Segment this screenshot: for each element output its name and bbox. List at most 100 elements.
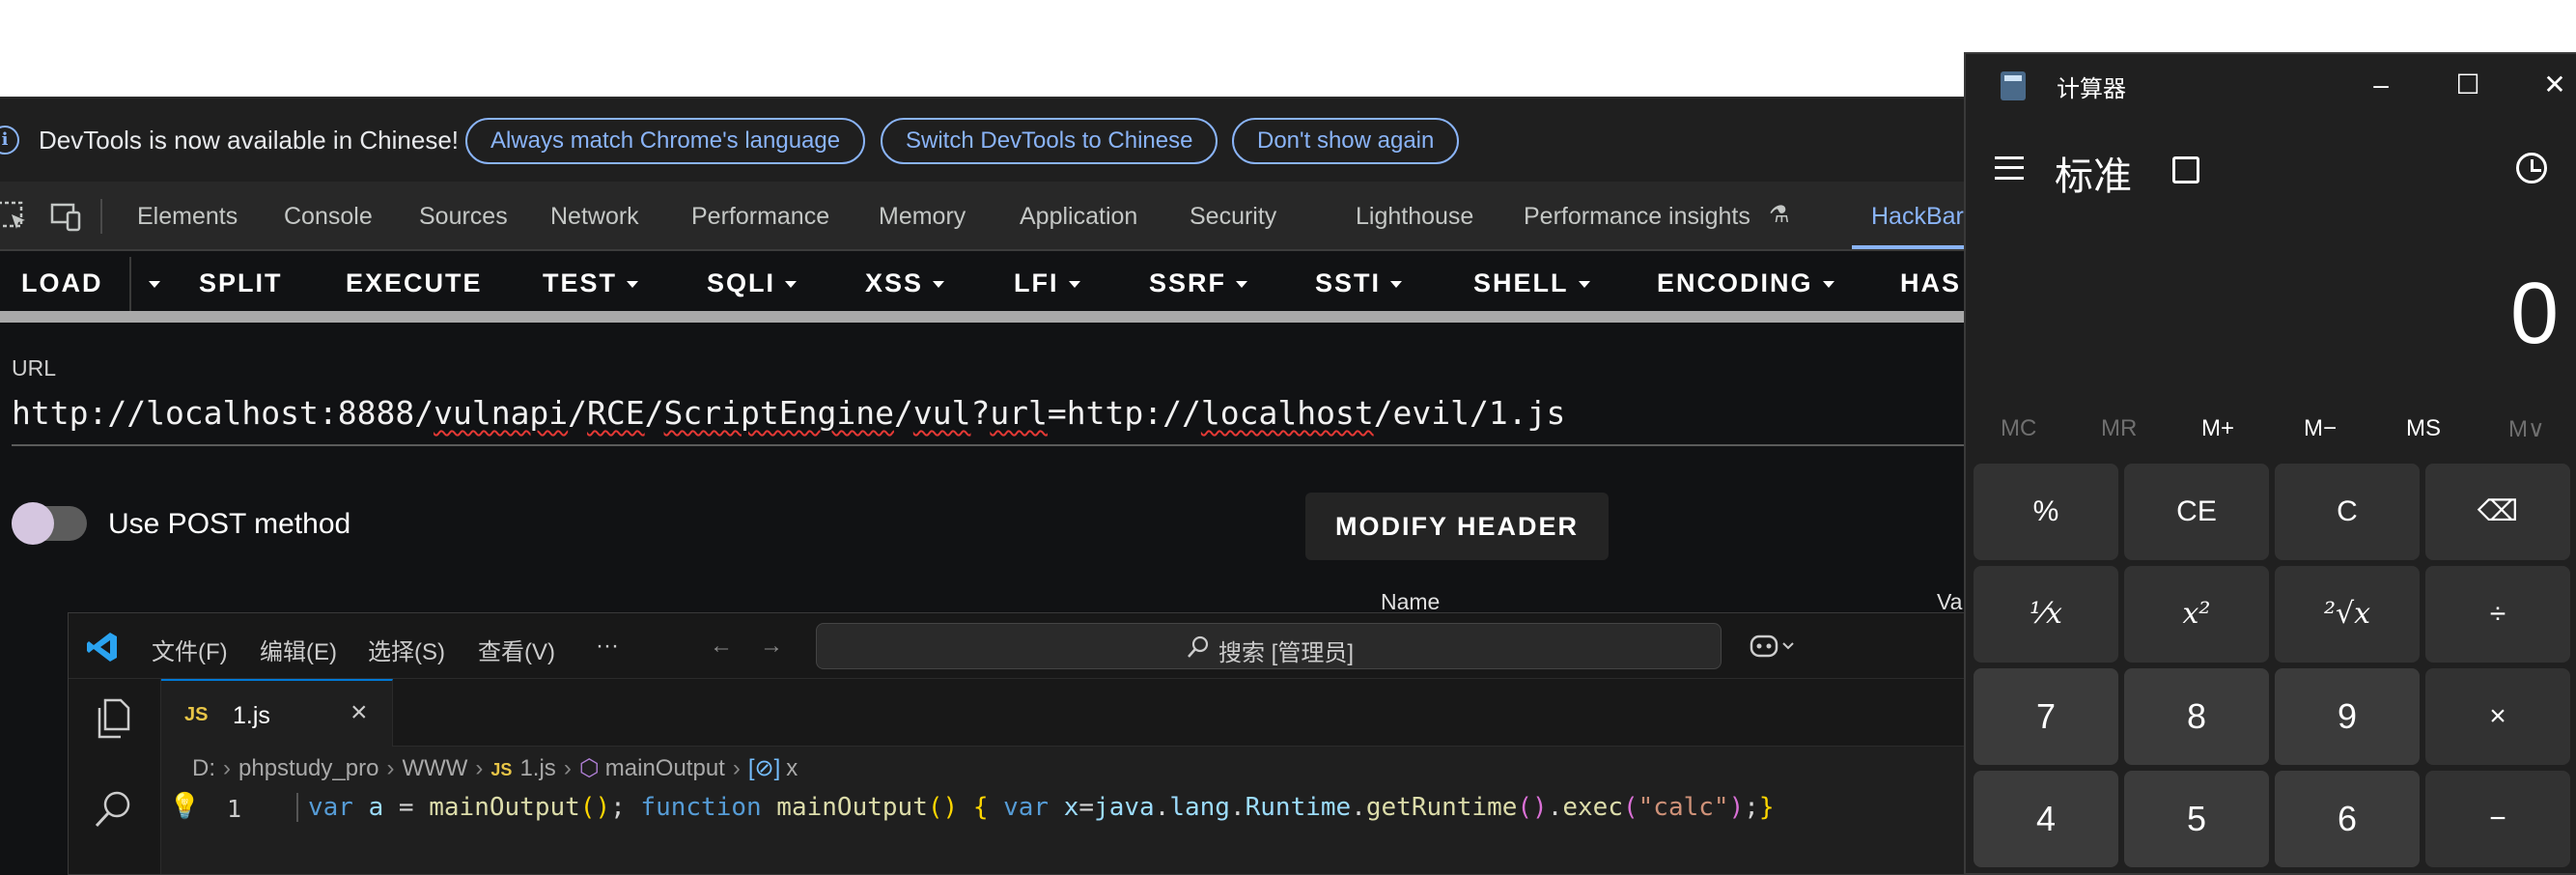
- backspace-button[interactable]: ⌫: [2425, 464, 2570, 560]
- lfi-label: LFI: [1014, 268, 1059, 297]
- digit-8-button[interactable]: 8: [2124, 668, 2269, 765]
- hackbar-toolbar: LOAD SPLIT EXECUTE TEST SQLI XSS LFI SSR…: [0, 251, 1970, 317]
- square-button[interactable]: x²: [2124, 566, 2269, 663]
- memory-subtract-button[interactable]: M−: [2304, 415, 2337, 442]
- minimize-icon[interactable]: –: [2362, 66, 2400, 104]
- hamburger-menu-icon[interactable]: [1995, 156, 2024, 180]
- close-icon[interactable]: ✕: [2535, 66, 2574, 104]
- digit-6-button[interactable]: 6: [2275, 771, 2420, 867]
- digit-7-button[interactable]: 7: [1974, 668, 2118, 765]
- url-segment: url: [990, 394, 1048, 432]
- command-center-search[interactable]: 搜索 [管理员]: [816, 623, 1722, 669]
- calculator-app-icon: [2001, 71, 2026, 100]
- tab-performance-insights[interactable]: Performance insights: [1524, 203, 1750, 231]
- load-button[interactable]: LOAD: [21, 268, 103, 298]
- editor-tabs: JS 1.js ×: [161, 679, 1969, 747]
- tab-elements[interactable]: Elements: [137, 203, 238, 231]
- memory-list-button[interactable]: M∨: [2508, 415, 2545, 443]
- menu-view[interactable]: 查看(V): [478, 633, 555, 666]
- multiply-button[interactable]: ×: [2425, 668, 2570, 765]
- tab-hackbar[interactable]: HackBar: [1871, 203, 1964, 231]
- tab-1-js[interactable]: JS 1.js ×: [161, 679, 393, 747]
- digit-9-button[interactable]: 9: [2275, 668, 2420, 765]
- memory-store-button[interactable]: MS: [2406, 415, 2441, 442]
- device-toolbar-icon[interactable]: [50, 201, 83, 232]
- code-token: var: [308, 793, 353, 822]
- encoding-menu[interactable]: ENCODING: [1657, 268, 1834, 298]
- test-menu[interactable]: TEST: [543, 268, 639, 298]
- clear-button[interactable]: C: [2275, 464, 2420, 560]
- divide-button[interactable]: ÷: [2425, 566, 2570, 663]
- menu-more[interactable]: ···: [596, 633, 619, 660]
- breadcrumb-item[interactable]: mainOutput: [605, 755, 725, 781]
- digit-4-button[interactable]: 4: [1974, 771, 2118, 867]
- url-segment: /: [568, 394, 588, 432]
- subtract-button[interactable]: −: [2425, 771, 2570, 867]
- keep-on-top-icon[interactable]: [2172, 156, 2199, 183]
- vscode-titlebar: 文件(F) 编辑(E) 选择(S) 查看(V) ··· ← → 搜索 [管理员]: [69, 613, 1969, 679]
- always-match-language-button[interactable]: Always match Chrome's language: [465, 118, 866, 164]
- history-icon[interactable]: [2516, 153, 2547, 183]
- memory-add-button[interactable]: M+: [2201, 415, 2234, 442]
- dont-show-again-button[interactable]: Don't show again: [1232, 118, 1460, 164]
- modify-header-button[interactable]: MODIFY HEADER: [1305, 493, 1609, 560]
- code-line[interactable]: var a = mainOutput(); function mainOutpu…: [296, 793, 1775, 822]
- tab-network[interactable]: Network: [550, 203, 639, 231]
- code-token: x: [1049, 793, 1079, 822]
- breadcrumb-item[interactable]: 1.js: [519, 755, 555, 781]
- execute-button[interactable]: EXECUTE: [346, 268, 483, 298]
- memory-clear-button[interactable]: MC: [2001, 415, 2036, 442]
- sqli-label: SQLI: [707, 268, 776, 297]
- tab-performance[interactable]: Performance: [691, 203, 829, 231]
- inspect-element-icon[interactable]: [0, 201, 29, 232]
- switch-to-chinese-button[interactable]: Switch DevTools to Chinese: [881, 118, 1218, 164]
- tab-lighthouse[interactable]: Lighthouse: [1356, 203, 1473, 231]
- chevron-right-icon: ›: [563, 755, 572, 781]
- xss-menu[interactable]: XSS: [865, 268, 945, 298]
- split-button[interactable]: SPLIT: [199, 268, 283, 298]
- ssti-menu[interactable]: SSTI: [1315, 268, 1403, 298]
- memory-recall-button[interactable]: MR: [2101, 415, 2137, 442]
- square-root-button[interactable]: ²√x: [2275, 566, 2420, 663]
- menu-selection[interactable]: 选择(S): [368, 633, 445, 666]
- post-method-toggle[interactable]: [12, 502, 87, 545]
- tab-console[interactable]: Console: [284, 203, 373, 231]
- tab-application[interactable]: Application: [1020, 203, 1137, 231]
- digit-5-button[interactable]: 5: [2124, 771, 2269, 867]
- chevron-down-icon: [1390, 281, 1403, 289]
- chevron-down-icon: [1578, 281, 1590, 289]
- code-token: {: [972, 793, 989, 822]
- hash-menu[interactable]: HAS: [1900, 268, 1961, 298]
- clear-entry-button[interactable]: CE: [2124, 464, 2269, 560]
- ssrf-menu[interactable]: SSRF: [1149, 268, 1248, 298]
- breadcrumb-item[interactable]: phpstudy_pro: [238, 755, 378, 781]
- menu-edit[interactable]: 编辑(E): [260, 633, 337, 666]
- load-dropdown-button[interactable]: [139, 268, 160, 298]
- sqli-menu[interactable]: SQLI: [707, 268, 798, 298]
- breadcrumb-item[interactable]: D:: [192, 755, 215, 781]
- code-token: (: [1623, 793, 1638, 822]
- url-segment: localhost: [1200, 394, 1374, 432]
- reciprocal-button[interactable]: ¹⁄x: [1974, 566, 2118, 663]
- tab-security[interactable]: Security: [1190, 203, 1276, 231]
- code-token: mainOutput: [761, 793, 928, 822]
- forward-arrow-icon[interactable]: →: [760, 633, 783, 660]
- maximize-icon[interactable]: ☐: [2449, 66, 2487, 104]
- close-icon[interactable]: ×: [350, 696, 368, 729]
- tab-sources[interactable]: Sources: [419, 203, 508, 231]
- explorer-icon[interactable]: [92, 696, 136, 743]
- lightbulb-icon[interactable]: 💡: [169, 791, 200, 821]
- breadcrumb-item[interactable]: WWW: [402, 755, 467, 781]
- back-arrow-icon[interactable]: ←: [710, 633, 733, 660]
- lfi-menu[interactable]: LFI: [1014, 268, 1080, 298]
- copilot-icon[interactable]: [1749, 631, 1797, 662]
- search-icon[interactable]: [92, 787, 136, 832]
- menu-file[interactable]: 文件(F): [152, 633, 228, 666]
- shell-menu[interactable]: SHELL: [1473, 268, 1590, 298]
- url-input[interactable]: http://localhost:8888/vulnapi/RCE/Script…: [12, 394, 1565, 432]
- tab-memory[interactable]: Memory: [879, 203, 966, 231]
- percent-button[interactable]: %: [1974, 464, 2118, 560]
- test-label: TEST: [543, 268, 618, 297]
- breadcrumb-item[interactable]: x: [786, 755, 798, 781]
- code-token: (): [927, 793, 973, 822]
